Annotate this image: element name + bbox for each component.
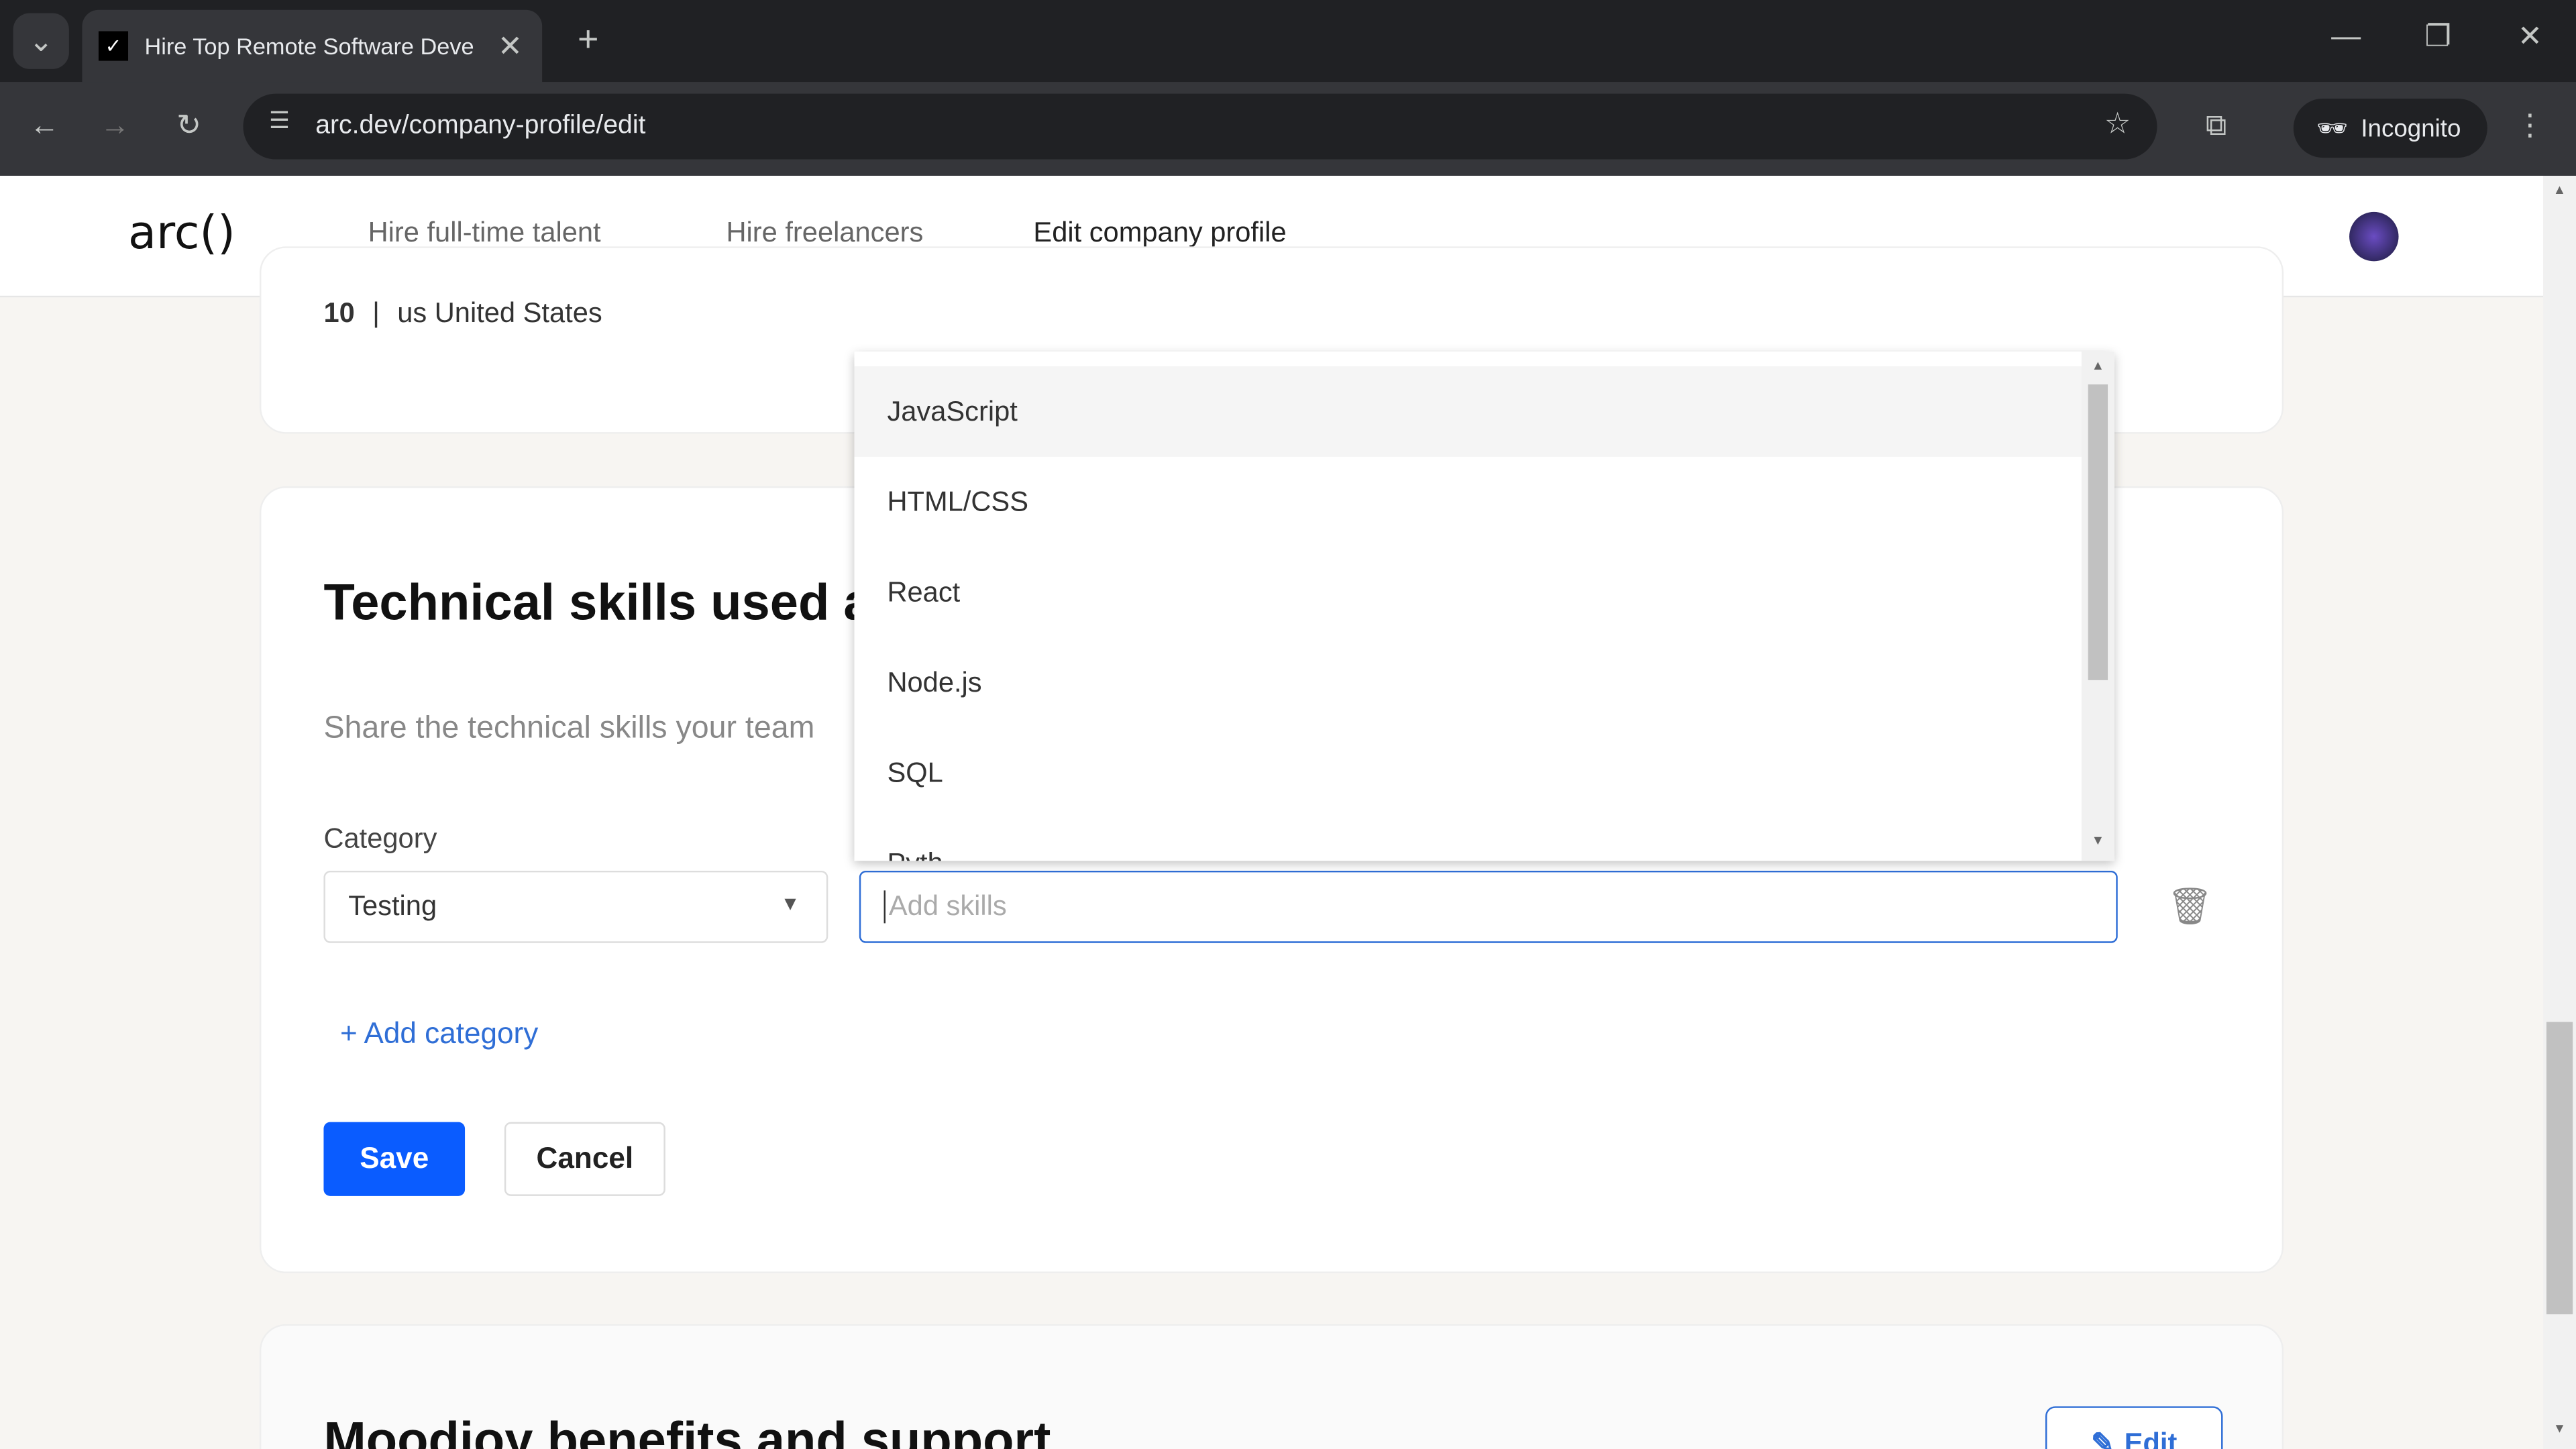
benefits-title: Moodjoy benefits and support bbox=[323, 1411, 1051, 1449]
incognito-label: Incognito bbox=[2361, 114, 2461, 142]
extensions-icon[interactable]: ⧉ bbox=[2196, 109, 2236, 143]
section-title: Technical skills used a bbox=[323, 573, 872, 631]
chevron-down-icon: ▼ bbox=[780, 892, 800, 916]
add-category-link[interactable]: + Add category bbox=[340, 1017, 538, 1051]
employee-count: 10 bbox=[323, 297, 355, 329]
skills-input[interactable]: Add skills bbox=[859, 870, 2118, 943]
scroll-down-icon[interactable]: ▼ bbox=[2092, 833, 2104, 848]
edit-label: Edit bbox=[2124, 1428, 2178, 1449]
scroll-up-icon[interactable]: ▲ bbox=[2092, 358, 2104, 373]
page-scroll-thumb[interactable] bbox=[2546, 1022, 2573, 1315]
skill-option[interactable]: HTML/CSS bbox=[854, 457, 2114, 547]
nav-hire-full-time[interactable]: Hire full-time talent bbox=[368, 217, 601, 250]
back-icon[interactable]: ← bbox=[25, 109, 64, 143]
country: us United States bbox=[397, 297, 602, 329]
avatar[interactable] bbox=[2349, 211, 2399, 262]
address-bar[interactable]: ☰ arc.dev/company-profile/edit ☆ bbox=[243, 93, 2157, 160]
section-description: Share the technical skills your team bbox=[323, 711, 815, 746]
skill-option[interactable]: SQL bbox=[854, 728, 2114, 818]
company-meta: 10 | us United States bbox=[323, 297, 602, 330]
toolbar: ← → ↻ ☰ arc.dev/company-profile/edit ☆ ⧉… bbox=[0, 82, 2576, 176]
nav-hire-freelancers[interactable]: Hire freelancers bbox=[726, 217, 923, 250]
scroll-thumb[interactable] bbox=[2088, 384, 2108, 680]
cancel-button[interactable]: Cancel bbox=[504, 1122, 665, 1196]
category-value: Testing bbox=[348, 890, 437, 922]
pencil-icon: ✎ bbox=[2091, 1428, 2115, 1449]
menu-icon[interactable]: ⋮ bbox=[2514, 109, 2546, 143]
minimize-icon[interactable]: — bbox=[2326, 19, 2366, 54]
browser-tab[interactable]: ✓ Hire Top Remote Software Deve ✕ bbox=[82, 9, 543, 83]
dropdown-scrollbar[interactable]: ▲ ▼ bbox=[2081, 352, 2114, 861]
benefits-card: Moodjoy benefits and support ✎ Edit bbox=[259, 1324, 2284, 1449]
tab-title: Hire Top Remote Software Deve bbox=[144, 32, 474, 60]
skill-option[interactable]: JavaScript bbox=[854, 366, 2114, 457]
close-window-icon[interactable]: ✕ bbox=[2510, 19, 2550, 54]
separator: | bbox=[372, 297, 380, 329]
browser-window: ⌄ ✓ Hire Top Remote Software Deve ✕ + — … bbox=[0, 0, 2576, 1449]
skills-dropdown: JavaScript HTML/CSS React Node.js SQL Py… bbox=[854, 352, 2114, 861]
restore-icon[interactable]: ❐ bbox=[2418, 19, 2458, 54]
close-tab-icon[interactable]: ✕ bbox=[498, 29, 523, 63]
skill-option[interactable]: React bbox=[854, 547, 2114, 638]
category-label: Category bbox=[323, 822, 437, 855]
skill-option[interactable]: Node.js bbox=[854, 637, 2114, 728]
site-info-icon[interactable]: ☰ bbox=[260, 107, 299, 135]
page-scroll-down-icon[interactable]: ▼ bbox=[2553, 1421, 2566, 1436]
incognito-icon: 🕶 bbox=[2316, 115, 2348, 144]
trash-icon[interactable]: 🗑 bbox=[2167, 885, 2212, 928]
tab-bar: ⌄ ✓ Hire Top Remote Software Deve ✕ + — … bbox=[0, 0, 2576, 83]
incognito-badge[interactable]: 🕶 Incognito bbox=[2293, 98, 2487, 158]
skill-option[interactable]: Pyth bbox=[854, 818, 2114, 861]
page-scroll-up-icon[interactable]: ▲ bbox=[2553, 182, 2566, 197]
page-scrollbar[interactable]: ▲ ▼ bbox=[2543, 176, 2576, 1449]
reload-icon[interactable]: ↻ bbox=[169, 109, 209, 143]
tab-search-icon[interactable]: ⌄ bbox=[13, 13, 69, 69]
bookmark-star-icon[interactable]: ☆ bbox=[2104, 107, 2131, 141]
save-button[interactable]: Save bbox=[323, 1122, 466, 1196]
skills-placeholder: Add skills bbox=[883, 890, 1007, 924]
url-text: arc.dev/company-profile/edit bbox=[315, 111, 646, 140]
category-select[interactable]: Testing ▼ bbox=[323, 870, 828, 943]
new-tab-icon[interactable]: + bbox=[568, 18, 608, 59]
forward-icon[interactable]: → bbox=[95, 109, 135, 143]
favicon-icon: ✓ bbox=[98, 31, 129, 61]
nav-edit-company-profile[interactable]: Edit company profile bbox=[1033, 217, 1286, 250]
arc-logo[interactable]: arc() bbox=[128, 205, 235, 260]
edit-button[interactable]: ✎ Edit bbox=[2045, 1406, 2223, 1449]
